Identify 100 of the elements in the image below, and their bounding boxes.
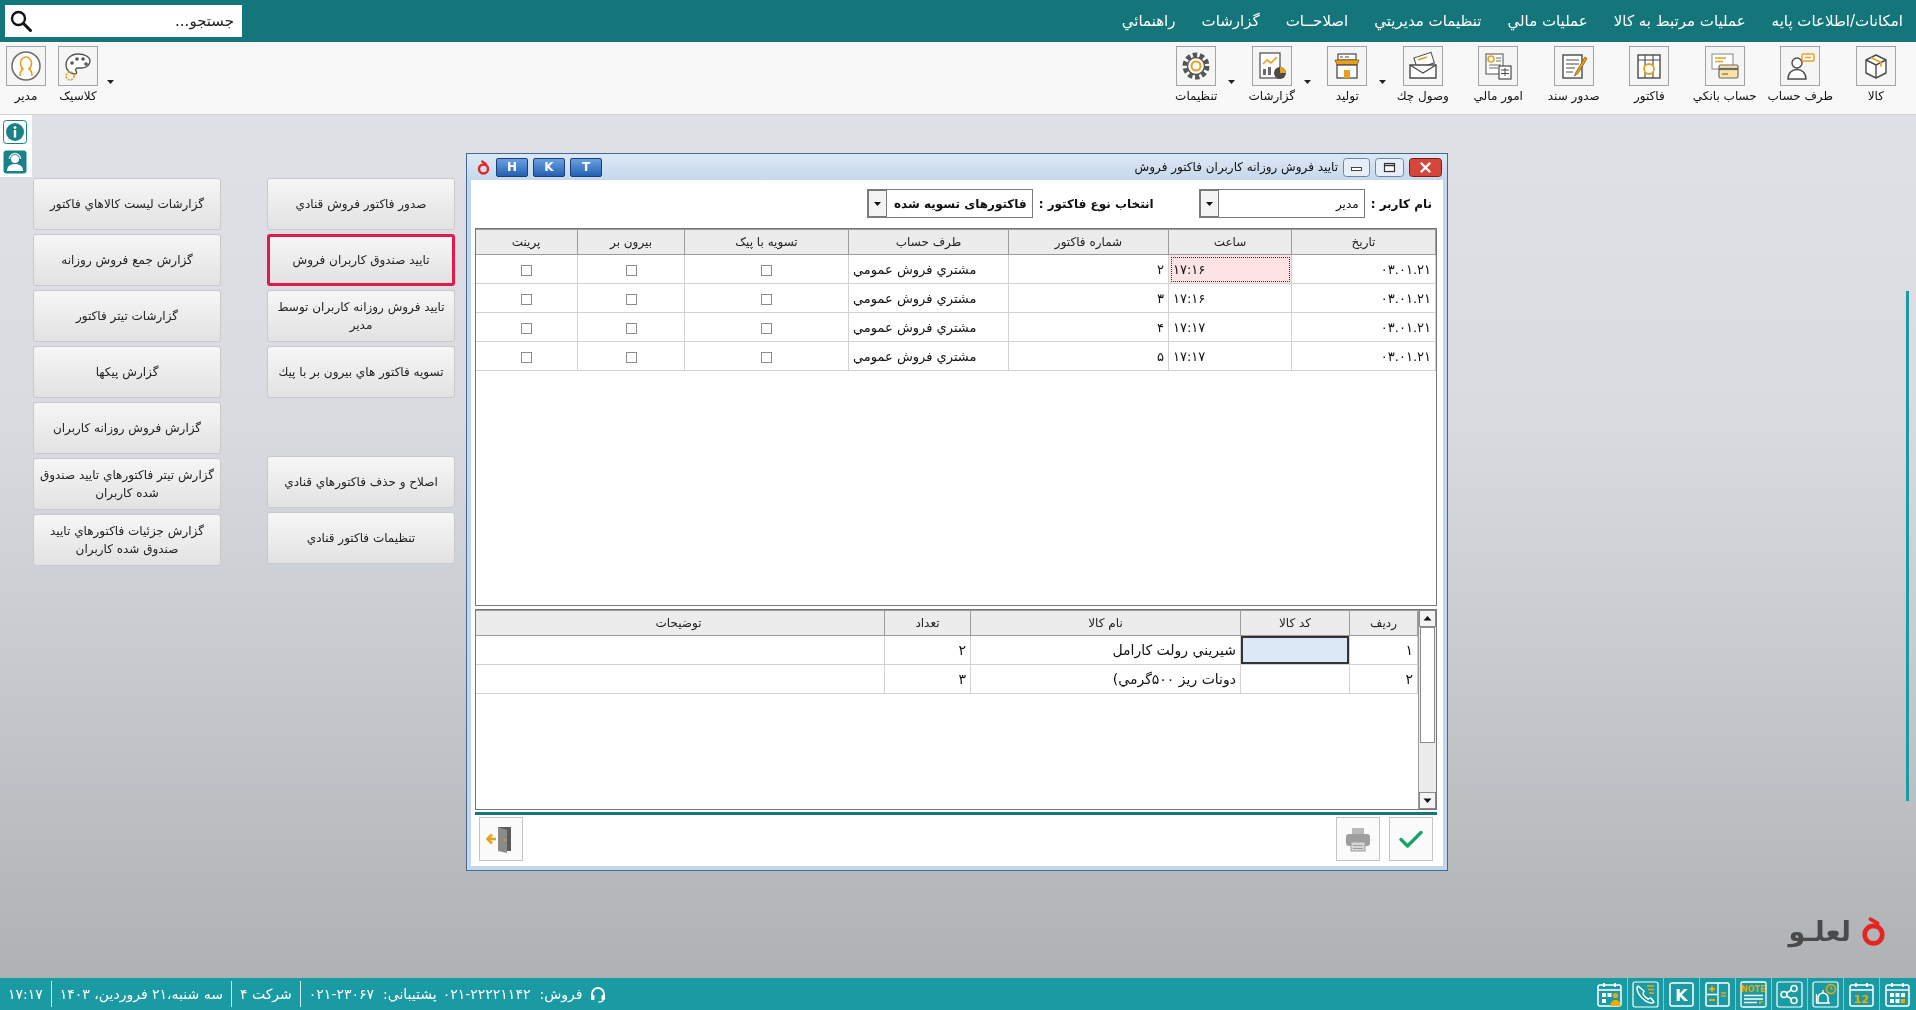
dropdown-field[interactable]: فاکتورهای تسويه شده (866, 189, 1033, 218)
shortcut-button[interactable]: T (570, 157, 602, 177)
table-cell: ۲ (884, 635, 971, 665)
table-cell: ۲ (1008, 254, 1169, 284)
menu-item[interactable]: عمليات مرتبط به کالا (1600, 9, 1759, 33)
checkbox[interactable] (625, 293, 637, 305)
menu-button[interactable]: صدور فاکتور فروش قنادي (267, 178, 455, 230)
table-cell: مشتري فروش عمومي (848, 312, 1009, 342)
checkbox[interactable] (520, 351, 532, 363)
caret-icon (1199, 190, 1219, 217)
table-cell: ۴ (1008, 312, 1169, 342)
checkbox[interactable] (520, 322, 532, 334)
caret-icon[interactable] (1379, 80, 1386, 84)
checkbox[interactable] (761, 322, 772, 334)
arrow-down-icon[interactable] (1419, 792, 1436, 809)
document-pen-icon (1553, 46, 1594, 86)
confirm-button[interactable] (1389, 816, 1433, 861)
menu-button[interactable]: گزارشات تيتر فاکتور (33, 290, 221, 342)
menu-button[interactable]: اصلاح و حذف فاکتورهاي قنادي (267, 456, 455, 508)
menu-button[interactable]: تاييد صندوق کاربران فروش (267, 234, 455, 286)
window-title: تاييد فروش روزانه کاربران فاکتور فروش (1133, 160, 1338, 174)
scrollbar-thumb[interactable] (1420, 627, 1435, 743)
menu-item[interactable]: اصلاحــات (1272, 9, 1362, 33)
user-icon (6, 46, 46, 86)
menu-button[interactable]: گزارش جمع فروش روزانه (33, 234, 221, 286)
column-header: تسويه با پيک (684, 229, 849, 255)
search-field[interactable]: جستجو... (5, 5, 242, 37)
column-header: کد کالا (1240, 610, 1350, 636)
box-icon (1855, 46, 1896, 86)
table-cell: مشتري فروش عمومي (848, 254, 1009, 284)
share-icon[interactable] (1775, 979, 1804, 1009)
checkbox[interactable] (625, 351, 637, 363)
menu-item[interactable]: راهنمائي (1108, 9, 1189, 33)
support-person-icon[interactable] (3, 150, 27, 174)
minimize-icon[interactable] (1343, 157, 1370, 177)
caret-icon[interactable] (1303, 80, 1311, 84)
menu-button[interactable]: تنظيمات فاکتور قنادي (267, 512, 455, 564)
table-cell: ۳ (884, 664, 971, 694)
logo-icon (1859, 916, 1888, 947)
menu-button[interactable]: گزارش جزئيات فاکتورهاي تاييد صندوق شده کاربران (33, 514, 221, 566)
column-header: توضيحات (476, 610, 885, 636)
column-header: نام کالا (970, 610, 1241, 636)
chart-report-icon (1251, 46, 1292, 86)
envelope-icon (1402, 46, 1443, 86)
gear-icon (1176, 46, 1217, 86)
toolbar-button[interactable]: گزارشات (1234, 42, 1310, 110)
column-header: بيرون بر (577, 229, 685, 255)
calculator-icon[interactable] (1703, 979, 1732, 1009)
menu-item[interactable]: امکانات/اطلاعات پايه (1758, 9, 1916, 33)
checkbox[interactable] (520, 293, 532, 305)
menu-button[interactable]: گزارشات ليست کالاهاي فاکتور (33, 178, 221, 230)
toolbar-button[interactable]: صدور سند (1536, 42, 1612, 110)
toolbar-button[interactable]: توليد (1309, 42, 1385, 110)
toolbar-button[interactable]: وصول چك (1385, 42, 1461, 110)
print-button[interactable] (1336, 816, 1380, 861)
toolbar-button[interactable]: فاکتور (1611, 42, 1687, 110)
menu-item[interactable]: گزارشات (1188, 9, 1273, 33)
building-clock-icon[interactable] (1811, 979, 1840, 1009)
menu-button[interactable]: تسويه فاکتور هاي بيرون بر با پيك (267, 346, 455, 398)
caret-icon[interactable] (1228, 80, 1235, 84)
toolbar-button[interactable]: امور مالي (1460, 42, 1536, 110)
scrollbar[interactable] (1418, 610, 1436, 809)
toolbar-button[interactable]: کالا (1838, 42, 1914, 110)
toolbar-button[interactable]: حساب بانکي (1687, 42, 1763, 110)
table-cell: ۱۷:۱۶ (1168, 283, 1292, 313)
close-icon[interactable] (1409, 157, 1442, 177)
menu-button[interactable]: گزارش تيتر فاکتورهاي تاييد صندوق شده کاربران (33, 458, 221, 510)
table-cell: ۱۷:۱۷ (1168, 341, 1292, 371)
checkbox[interactable] (761, 264, 772, 276)
toolbar-button[interactable]: تنظيمات (1158, 42, 1234, 110)
shortcut-button[interactable]: H (496, 157, 528, 177)
exit-button[interactable] (479, 816, 523, 861)
table-cell: ۳ (1008, 283, 1169, 313)
checkbox[interactable] (761, 293, 772, 305)
menu-item[interactable]: عمليات مالي (1494, 9, 1601, 33)
menu-button[interactable]: تاييد فروش روزانه کاربران توسط مدير (267, 290, 455, 342)
caret-icon[interactable] (107, 80, 114, 84)
menu-item[interactable]: تنظيمات مديريتي (1361, 9, 1495, 33)
arrow-up-icon[interactable] (1419, 610, 1436, 627)
column-header: تاريخ (1291, 229, 1436, 255)
menu-button[interactable]: گزارش پيکها (33, 346, 221, 398)
info-icon[interactable] (3, 120, 27, 144)
toolbar-button[interactable]: طرف حساب (1762, 42, 1838, 110)
table-cell: مشتري فروش عمومي (848, 283, 1009, 313)
checkbox[interactable] (520, 264, 532, 276)
menu-button[interactable]: گزارش فروش روزانه کاربران (33, 402, 221, 454)
checkbox[interactable] (625, 264, 637, 276)
field-label: نام کاربر : (1370, 196, 1432, 211)
checkbox[interactable] (625, 322, 637, 334)
dropdown-field[interactable]: مدير (1198, 189, 1365, 218)
phone-list-icon[interactable] (1631, 979, 1660, 1009)
checkbox[interactable] (761, 351, 772, 363)
shortcut-button[interactable]: K (533, 157, 565, 177)
field-label: انتخاب نوع فاکتور : (1038, 196, 1154, 211)
table-cell: ۰۳.۰۱.۲۱ (1291, 312, 1436, 342)
documents-calculator-icon (1478, 46, 1519, 86)
contact-label: پشتيباني: (383, 986, 437, 1002)
toolbar-button[interactable]: کلاسيک (52, 42, 104, 110)
toolbar-button[interactable]: مدير (0, 42, 52, 110)
maximize-icon[interactable] (1375, 157, 1404, 177)
